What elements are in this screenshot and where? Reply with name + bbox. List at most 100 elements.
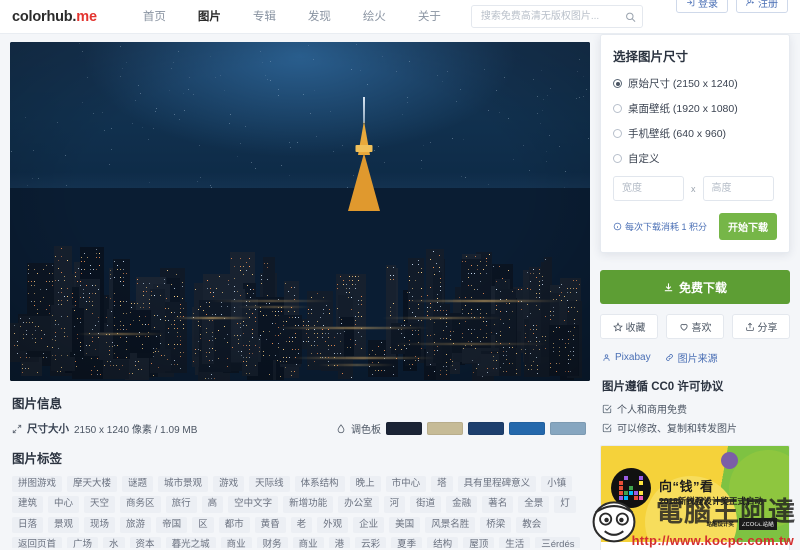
- building-window: [477, 265, 479, 267]
- tag-item[interactable]: 区: [192, 516, 214, 534]
- tag-item[interactable]: 屋顶: [463, 537, 495, 548]
- tag-item[interactable]: 金融: [446, 496, 478, 513]
- tag-item[interactable]: 三érdés: [535, 537, 581, 548]
- tag-item[interactable]: 日落: [12, 516, 44, 534]
- tag-item[interactable]: 河: [383, 496, 406, 513]
- share-button[interactable]: 分享: [732, 314, 790, 339]
- tag-item[interactable]: 港: [328, 537, 351, 548]
- tag-item[interactable]: 外观: [317, 516, 349, 534]
- ad-banner[interactable]: 向“钱”看 2018新锐强设计奖正式启动 站酷设计奖 ZCOOL站酷 向“钱”看…: [600, 445, 790, 550]
- palette-swatch-4[interactable]: [509, 422, 545, 435]
- tag-item[interactable]: 办公室: [338, 496, 379, 513]
- tag-item[interactable]: 水: [103, 537, 125, 548]
- size-option-custom[interactable]: 自定义: [613, 151, 777, 166]
- tag-item[interactable]: 空中文字: [228, 496, 279, 513]
- tag-item[interactable]: 美国: [389, 516, 421, 534]
- tag-item[interactable]: 谜题: [122, 476, 154, 493]
- tag-item[interactable]: 具有里程碑意义: [457, 476, 537, 493]
- tag-item[interactable]: 返回页首: [12, 537, 63, 548]
- free-download-button[interactable]: 免费下载: [600, 270, 790, 304]
- search-input[interactable]: [470, 5, 643, 28]
- tag-item[interactable]: 游戏: [213, 476, 245, 493]
- tag-item[interactable]: 财务: [256, 537, 288, 548]
- tag-item[interactable]: 老: [290, 516, 313, 534]
- source-link[interactable]: 图片来源: [665, 350, 718, 365]
- building-window: [328, 308, 330, 310]
- building-window: [350, 377, 352, 379]
- tag-item[interactable]: 建筑: [12, 496, 44, 513]
- tag-item[interactable]: 小镇: [541, 476, 573, 493]
- tag-item[interactable]: 旅行: [165, 496, 197, 513]
- nav-link-home[interactable]: 首页: [127, 0, 182, 34]
- nav-link-images[interactable]: 图片: [182, 0, 237, 34]
- tag-item[interactable]: 街道: [410, 496, 442, 513]
- tag-item[interactable]: 商务区: [120, 496, 161, 513]
- palette-swatch-5[interactable]: [550, 422, 586, 435]
- building-window: [572, 334, 574, 336]
- tag-item[interactable]: 资本: [129, 537, 161, 548]
- tag-item[interactable]: 暮光之城: [165, 537, 216, 548]
- hero-photo[interactable]: [10, 42, 590, 381]
- login-button[interactable]: 登录: [676, 0, 728, 13]
- tag-item[interactable]: 天际线: [249, 476, 290, 493]
- tag-item[interactable]: 景观: [48, 516, 80, 534]
- size-option-original[interactable]: 原始尺寸 (2150 x 1240): [613, 76, 777, 91]
- tag-item[interactable]: 教会: [516, 516, 548, 534]
- radio-desktop-icon[interactable]: [613, 104, 622, 113]
- tag-item[interactable]: 黄昏: [254, 516, 286, 534]
- palette-swatch-2[interactable]: [427, 422, 463, 435]
- star-dot: [421, 168, 423, 170]
- radio-custom-icon[interactable]: [613, 154, 622, 163]
- tag-item[interactable]: 新增功能: [283, 496, 334, 513]
- favorite-button[interactable]: 收藏: [600, 314, 658, 339]
- building-window: [324, 341, 326, 342]
- tag-item[interactable]: 灯: [554, 496, 576, 513]
- building-window: [167, 319, 169, 321]
- tag-item[interactable]: 帝国: [156, 516, 188, 534]
- start-download-button[interactable]: 开始下载: [719, 213, 777, 240]
- tag-item[interactable]: 晚上: [349, 476, 381, 493]
- like-button[interactable]: 喜欢: [666, 314, 724, 339]
- tag-item[interactable]: 桥梁: [480, 516, 512, 534]
- palette-swatch-1[interactable]: [386, 422, 422, 435]
- radio-mobile-icon[interactable]: [613, 129, 622, 138]
- brand-logo[interactable]: colorhub.me: [12, 9, 97, 25]
- tag-item[interactable]: 云彩: [355, 537, 387, 548]
- search-icon[interactable]: [625, 11, 636, 22]
- tag-item[interactable]: 著名: [482, 496, 514, 513]
- height-input[interactable]: [702, 176, 774, 201]
- size-option-mobile[interactable]: 手机壁纸 (640 x 960): [613, 126, 777, 141]
- tag-item[interactable]: 天空: [84, 496, 116, 513]
- tag-item[interactable]: 摩天大楼: [67, 476, 118, 493]
- width-input[interactable]: [613, 176, 684, 201]
- tag-item[interactable]: 都市: [218, 516, 250, 534]
- tag-item[interactable]: 中心: [48, 496, 80, 513]
- register-button[interactable]: 注册: [736, 0, 788, 13]
- radio-original-icon[interactable]: [613, 79, 622, 88]
- tag-item[interactable]: 结构: [427, 537, 459, 548]
- tag-item[interactable]: 商业: [220, 537, 252, 548]
- tag-item[interactable]: 城市景观: [158, 476, 209, 493]
- tag-item[interactable]: 广场: [67, 537, 99, 548]
- nav-link-huihuo[interactable]: 绘火: [347, 0, 402, 34]
- size-option-desktop[interactable]: 桌面壁纸 (1920 x 1080): [613, 101, 777, 116]
- tag-item[interactable]: 塔: [431, 476, 453, 493]
- tag-item[interactable]: 高: [201, 496, 224, 513]
- tag-item[interactable]: 企业: [353, 516, 385, 534]
- tag-item[interactable]: 风景名胜: [425, 516, 476, 534]
- star-dot: [401, 114, 403, 116]
- tag-item[interactable]: 旅游: [120, 516, 152, 534]
- nav-link-albums[interactable]: 专辑: [237, 0, 292, 34]
- tag-item[interactable]: 夏季: [391, 537, 423, 548]
- palette-swatch-3[interactable]: [468, 422, 504, 435]
- tag-item[interactable]: 生活: [499, 537, 531, 548]
- tag-item[interactable]: 体系结构: [294, 476, 345, 493]
- tag-item[interactable]: 全景: [518, 496, 550, 513]
- nav-link-discover[interactable]: 发现: [292, 0, 347, 34]
- tag-item[interactable]: 现场: [84, 516, 116, 534]
- tag-item[interactable]: 拼图游戏: [12, 476, 63, 493]
- tag-item[interactable]: 市中心: [385, 476, 427, 493]
- author-link[interactable]: Pixabay: [602, 350, 651, 365]
- nav-link-about[interactable]: 关于: [402, 0, 457, 34]
- tag-item[interactable]: 商业: [292, 537, 324, 548]
